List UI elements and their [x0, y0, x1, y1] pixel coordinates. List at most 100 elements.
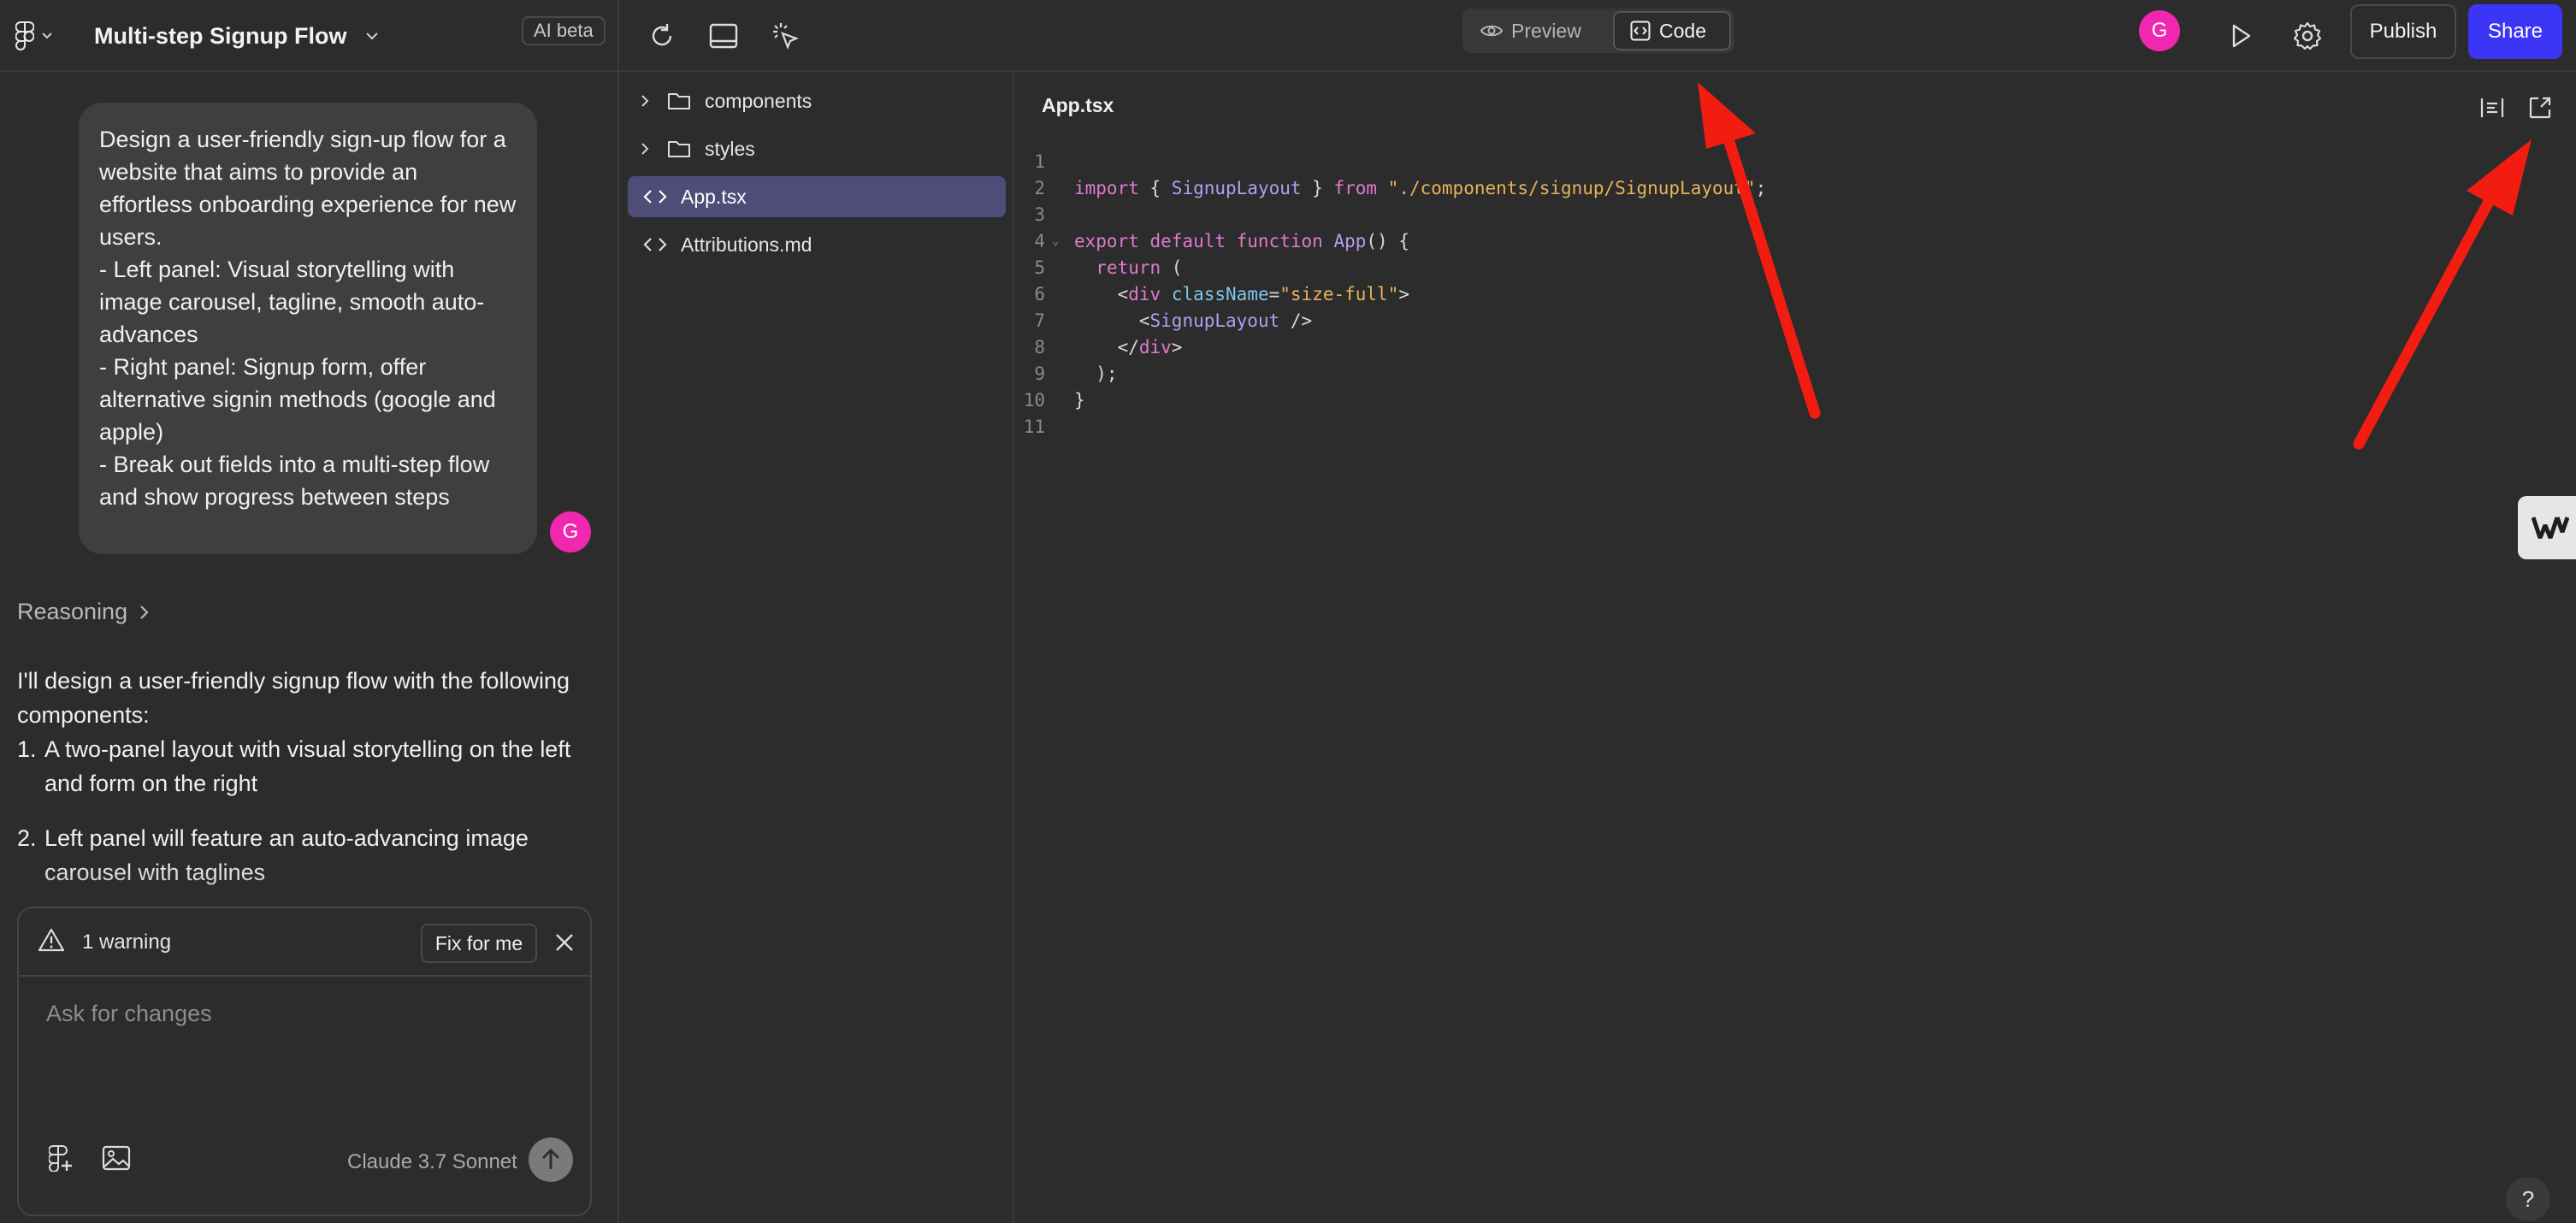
- list-item: 1. A two-panel layout with visual storyt…: [17, 732, 599, 801]
- publish-button[interactable]: Publish: [2350, 4, 2456, 59]
- tree-file-attributions[interactable]: Attributions.md: [628, 224, 1006, 265]
- w-logo-icon: [2532, 517, 2569, 539]
- code-line[interactable]: 4 ⌄ export default function App() {: [1014, 228, 2576, 255]
- line-number: 2: [1034, 178, 1045, 198]
- help-button[interactable]: ?: [2506, 1177, 2550, 1221]
- top-bar-left: Multi-step Signup Flow AI beta: [0, 0, 619, 72]
- app-window: Multi-step Signup Flow AI beta Preview C…: [0, 0, 2576, 1223]
- chevron-right-icon: [641, 95, 649, 107]
- warning-count: 1 warning: [82, 931, 172, 954]
- tree-item-label: components: [705, 89, 812, 112]
- toggle-panel-button[interactable]: [701, 14, 746, 58]
- cursor-sparkle-icon: [773, 23, 799, 50]
- arrow-up-icon: [542, 1149, 559, 1169]
- insert-component-button[interactable]: [43, 1139, 80, 1177]
- code-text: );: [1074, 363, 1118, 384]
- layout-panel-icon: [709, 23, 738, 49]
- figma-component-icon: [49, 1145, 72, 1172]
- code-line[interactable]: 10}: [1014, 387, 2576, 414]
- view-toggle: Preview Code: [1462, 9, 1734, 53]
- code-lines[interactable]: 1 2 import { SignupLayout } from "./compon…: [1014, 149, 2576, 440]
- ask-for-changes-input[interactable]: [19, 977, 590, 1122]
- main-menu-button[interactable]: [15, 17, 67, 55]
- open-external-button[interactable]: [2523, 91, 2557, 125]
- preview-tab[interactable]: Preview: [1465, 11, 1617, 50]
- list-item-number: 1.: [17, 736, 37, 762]
- reasoning-toggle[interactable]: Reasoning: [17, 599, 150, 625]
- format-button[interactable]: [2475, 91, 2509, 125]
- gear-icon: [2293, 21, 2322, 50]
- tree-file-app-tsx[interactable]: App.tsx: [628, 176, 1006, 217]
- chevron-down-icon: [42, 32, 52, 39]
- tree-item-label: Attributions.md: [681, 233, 812, 256]
- expand-icon: [2529, 97, 2551, 119]
- code-line[interactable]: 2 import { SignupLayout } from "./compone…: [1014, 175, 2576, 202]
- code-line[interactable]: 8 </div>: [1014, 334, 2576, 361]
- tree-folder-styles[interactable]: styles: [628, 128, 1006, 169]
- code-line[interactable]: 7 <SignupLayout />: [1014, 308, 2576, 334]
- line-number: 10: [1023, 390, 1045, 411]
- model-selector[interactable]: Claude 3.7 Sonnet: [347, 1150, 517, 1174]
- side-widget-tab[interactable]: [2518, 496, 2576, 559]
- user-avatar[interactable]: G: [2139, 10, 2180, 51]
- image-icon: [102, 1145, 131, 1171]
- chat-panel: Design a user-friendly sign-up flow for …: [0, 72, 619, 1223]
- code-editor: App.tsx 1 2 import { SignupLayout } from "…: [1014, 72, 2576, 1223]
- file-tree: components styles App.tsx Attributions.m…: [619, 72, 1014, 1223]
- line-number: 9: [1034, 363, 1045, 384]
- code-line[interactable]: 3: [1014, 202, 2576, 228]
- code-text: <SignupLayout />: [1074, 310, 1313, 331]
- line-number: 3: [1034, 204, 1045, 225]
- code-icon: [1630, 21, 1651, 41]
- tree-item-label: App.tsx: [681, 185, 747, 208]
- tree-item-label: styles: [705, 137, 755, 160]
- line-number: 7: [1034, 310, 1045, 331]
- eye-icon: [1480, 25, 1503, 37]
- fix-for-me-button[interactable]: Fix for me: [421, 924, 537, 963]
- code-file-icon: [643, 238, 667, 251]
- chevron-right-icon: [641, 143, 649, 155]
- fold-chevron-icon[interactable]: ⌄: [1052, 228, 1059, 255]
- code-line[interactable]: 11: [1014, 414, 2576, 440]
- dismiss-warning-button[interactable]: [547, 925, 582, 960]
- editor-file-tab[interactable]: App.tsx: [1042, 94, 1114, 117]
- settings-button[interactable]: [2285, 14, 2330, 58]
- code-text: <div className="size-full">: [1074, 284, 1409, 304]
- line-number: 8: [1034, 337, 1045, 357]
- play-icon: [2232, 24, 2251, 48]
- code-tab-label: Code: [1659, 19, 1706, 42]
- figma-logo-icon: [15, 21, 34, 50]
- refresh-button[interactable]: [640, 14, 684, 58]
- present-button[interactable]: [2219, 14, 2263, 58]
- code-text: }: [1074, 390, 1085, 411]
- warning-bar: 1 warning Fix for me: [19, 908, 590, 977]
- code-line[interactable]: 6 <div className="size-full">: [1014, 281, 2576, 308]
- chevron-down-icon: [366, 32, 378, 40]
- code-line[interactable]: 5 return (: [1014, 255, 2576, 281]
- close-icon: [556, 934, 573, 951]
- point-and-edit-button[interactable]: [763, 14, 807, 58]
- code-line[interactable]: 9 );: [1014, 361, 2576, 387]
- line-number: 11: [1023, 417, 1045, 437]
- code-line[interactable]: 1: [1014, 149, 2576, 175]
- refresh-icon: [652, 24, 672, 46]
- code-file-icon: [643, 190, 667, 204]
- send-button[interactable]: [529, 1137, 573, 1182]
- align-icon: [2480, 98, 2504, 117]
- file-menu-chevron[interactable]: [359, 17, 385, 55]
- user-message-bubble: Design a user-friendly sign-up flow for …: [79, 103, 537, 554]
- preview-tab-label: Preview: [1511, 19, 1581, 42]
- code-text: </div>: [1074, 337, 1183, 357]
- ai-beta-badge: AI beta: [522, 16, 606, 45]
- chevron-right-icon: [140, 605, 149, 619]
- top-bar: Multi-step Signup Flow AI beta Preview C…: [0, 0, 2576, 72]
- chat-composer: 1 warning Fix for me Claude 3.7 Sonnet: [17, 907, 592, 1216]
- folder-icon: [668, 93, 690, 109]
- code-tab[interactable]: Code: [1613, 11, 1731, 50]
- share-button[interactable]: Share: [2468, 4, 2562, 59]
- folder-icon: [668, 141, 690, 157]
- file-title[interactable]: Multi-step Signup Flow: [94, 17, 346, 55]
- attach-image-button[interactable]: [97, 1139, 135, 1177]
- tree-folder-components[interactable]: components: [628, 80, 1006, 121]
- line-number: 4: [1034, 231, 1045, 251]
